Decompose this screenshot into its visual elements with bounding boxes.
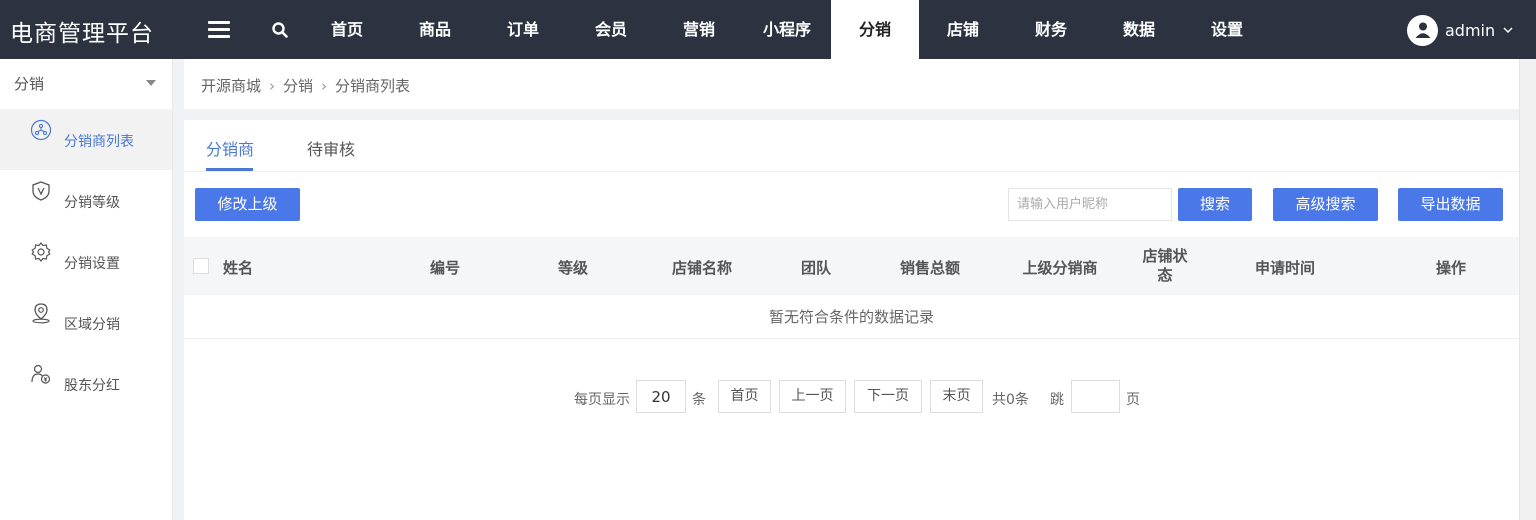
- column-header[interactable]: 店铺状态: [1137, 247, 1193, 285]
- breadcrumb: 开源商城 › 分销 › 分销商列表: [201, 75, 410, 96]
- chevron-down-icon: [1503, 27, 1513, 34]
- sidebar-heading-label: 分销: [14, 75, 45, 93]
- sidebar-item-shareholder-dividend[interactable]: 股东分红: [0, 353, 172, 414]
- gear-icon: [31, 242, 51, 262]
- edit-parent-button[interactable]: 修改上级: [195, 188, 300, 221]
- sidebar-item-distributor-level[interactable]: 分销等级: [0, 170, 172, 231]
- breadcrumb-current: 分销商列表: [335, 77, 411, 95]
- breadcrumb-item[interactable]: 分销: [283, 77, 313, 95]
- location-pin-icon: [32, 303, 50, 324]
- column-header[interactable]: 团队: [786, 257, 846, 278]
- breadcrumb-item[interactable]: 开源商城: [201, 77, 261, 95]
- sidebar: 分销 分销商列表 分销等级 分销设置 区域分销 股东分红: [0, 59, 173, 520]
- column-header[interactable]: 操作: [1421, 257, 1481, 278]
- column-header[interactable]: 姓名: [223, 257, 253, 278]
- search-icon[interactable]: [272, 22, 288, 38]
- search-button[interactable]: 搜索: [1178, 188, 1252, 221]
- users-coin-icon: [31, 364, 51, 384]
- breadcrumb-separator: ›: [321, 77, 328, 95]
- nav-products[interactable]: 商品: [391, 0, 479, 59]
- tab-distributors[interactable]: 分销商: [206, 136, 254, 160]
- advanced-search-button[interactable]: 高级搜索: [1273, 188, 1378, 221]
- nav-distribution[interactable]: 分销: [831, 0, 919, 59]
- active-tab-indicator: [206, 168, 253, 171]
- per-page-unit: 条: [692, 392, 706, 408]
- sidebar-item-label: 分销商列表: [64, 134, 134, 150]
- sidebar-item-label: 分销等级: [64, 195, 120, 211]
- empty-state-message: 暂无符合条件的数据记录: [184, 295, 1519, 339]
- avatar: [1407, 14, 1438, 46]
- table-header: 姓名 编号 等级 店铺名称 团队 销售总额 上级分销商 店铺状态 申请时间 操作: [184, 237, 1519, 295]
- sidebar-item-label: 区域分销: [64, 317, 120, 333]
- pagination: 每页显示 条 首页 上一页 下一页 末页 共0条 跳 页: [184, 380, 1519, 415]
- main-panel: 分销商 待审核 修改上级 搜索 高级搜索 导出数据 姓名 编号 等级 店铺名称 …: [184, 120, 1519, 520]
- nav-members[interactable]: 会员: [567, 0, 655, 59]
- nav-settings[interactable]: 设置: [1183, 0, 1271, 59]
- nav-orders[interactable]: 订单: [479, 0, 567, 59]
- total-count: 共0条: [992, 392, 1029, 408]
- nav-home[interactable]: 首页: [303, 0, 391, 59]
- jump-page-input[interactable]: [1071, 380, 1120, 413]
- jump-label: 跳: [1050, 392, 1064, 408]
- first-page-button[interactable]: 首页: [718, 380, 771, 413]
- shield-v-icon: [32, 181, 50, 201]
- nav-finance[interactable]: 财务: [1007, 0, 1095, 59]
- page-unit: 页: [1126, 392, 1140, 408]
- column-header[interactable]: 等级: [543, 257, 603, 278]
- sidebar-item-distributor-list[interactable]: 分销商列表: [0, 109, 172, 170]
- vertical-scrollbar[interactable]: [1519, 59, 1536, 520]
- per-page-input[interactable]: [636, 380, 686, 413]
- top-navbar: 电商管理平台 首页 商品 订单 会员 营销 小程序 分销 店铺 财务 数据 设置…: [0, 0, 1536, 59]
- breadcrumb-separator: ›: [269, 77, 276, 95]
- sidebar-item-label: 分销设置: [64, 256, 120, 272]
- nickname-search-input[interactable]: [1008, 188, 1172, 221]
- sidebar-item-regional-distribution[interactable]: 区域分销: [0, 292, 172, 353]
- nav-data[interactable]: 数据: [1095, 0, 1183, 59]
- last-page-button[interactable]: 末页: [930, 380, 983, 413]
- select-all-checkbox[interactable]: [193, 258, 209, 274]
- caret-down-icon: [146, 80, 156, 86]
- user-menu[interactable]: admin: [1407, 14, 1513, 46]
- export-data-button[interactable]: 导出数据: [1398, 188, 1503, 221]
- column-header[interactable]: 店铺名称: [652, 257, 752, 278]
- network-icon: [30, 119, 52, 141]
- prev-page-button[interactable]: 上一页: [779, 380, 846, 413]
- sidebar-item-distribution-settings[interactable]: 分销设置: [0, 231, 172, 292]
- user-icon: [1415, 22, 1430, 38]
- sidebar-item-label: 股东分红: [64, 378, 120, 394]
- per-page-label: 每页显示: [574, 392, 630, 408]
- breadcrumb-bar: 开源商城 › 分销 › 分销商列表: [184, 59, 1536, 109]
- column-header[interactable]: 上级分销商: [1000, 257, 1120, 278]
- nav-mini-program[interactable]: 小程序: [743, 0, 831, 59]
- nav-marketing[interactable]: 营销: [655, 0, 743, 59]
- brand-title: 电商管理平台: [10, 21, 154, 47]
- hamburger-menu-icon[interactable]: [208, 21, 230, 38]
- column-header[interactable]: 申请时间: [1235, 257, 1335, 278]
- column-header[interactable]: 销售总额: [880, 257, 980, 278]
- tab-bar: 分销商 待审核: [184, 120, 1519, 172]
- next-page-button[interactable]: 下一页: [854, 380, 922, 413]
- tab-pending-review[interactable]: 待审核: [307, 136, 355, 160]
- user-name: admin: [1445, 20, 1496, 40]
- column-header[interactable]: 编号: [415, 257, 475, 278]
- nav-store[interactable]: 店铺: [919, 0, 1007, 59]
- sidebar-heading[interactable]: 分销: [0, 59, 172, 109]
